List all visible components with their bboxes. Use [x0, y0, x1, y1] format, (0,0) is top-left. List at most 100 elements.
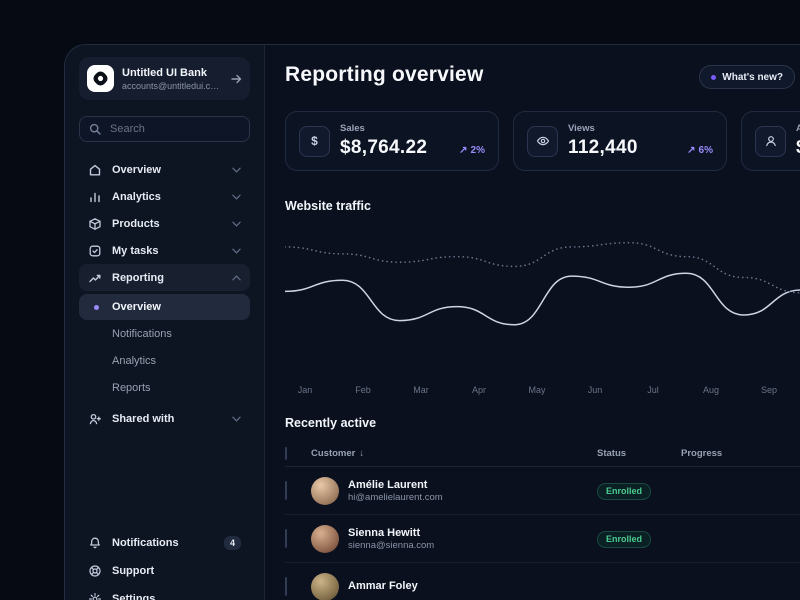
org-switcher[interactable]: Untitled UI Bank accounts@untitledui.com	[79, 57, 250, 100]
subitem-notifications[interactable]: Notifications	[79, 321, 250, 347]
bar-chart-icon	[88, 190, 102, 204]
search-icon	[89, 123, 101, 135]
row-checkbox[interactable]	[285, 529, 287, 548]
footer-item-support[interactable]: Support	[79, 557, 250, 585]
stat-trend: ↗6%	[687, 145, 713, 159]
chart-x-label: Aug	[686, 385, 736, 395]
table-header: Customer ↓ Status Progress	[285, 440, 800, 467]
screen: Untitled UI Bank accounts@untitledui.com…	[0, 0, 800, 600]
purple-dot-icon	[711, 75, 716, 80]
search-input[interactable]	[108, 122, 240, 136]
traffic-chart	[285, 225, 800, 380]
stat-trend: ↗2%	[459, 145, 485, 159]
section-title-traffic: Website traffic	[285, 199, 800, 213]
footer-item-label: Settings	[112, 593, 155, 600]
sidebar-item-overview[interactable]: Overview	[79, 156, 250, 183]
task-check-icon	[88, 244, 102, 258]
sidebar-item-label: My tasks	[112, 245, 158, 257]
trend-up-icon: ↗	[687, 145, 695, 156]
user-plus-icon	[88, 412, 102, 426]
customer-email: sienna@sienna.com	[348, 540, 434, 551]
table-row[interactable]: Sienna Hewitt sienna@sienna.com Enrolled	[285, 515, 800, 563]
footer-item-label: Support	[112, 565, 154, 577]
org-name: Untitled UI Bank	[122, 66, 222, 80]
customer-column-header[interactable]: Customer ↓	[311, 448, 597, 459]
chart-x-label: Jan	[280, 385, 330, 395]
footer-item-notifications[interactable]: Notifications 4	[79, 529, 250, 557]
stat-label: Views	[568, 123, 638, 134]
eye-icon	[527, 126, 558, 157]
select-all-checkbox[interactable]	[285, 447, 287, 460]
bell-icon	[88, 536, 102, 550]
subitem-label: Reports	[112, 382, 151, 394]
customer-name: Sienna Hewitt	[348, 526, 434, 541]
sidebar-item-analytics[interactable]: Analytics	[79, 183, 250, 210]
whats-new-label: What's new?	[722, 72, 783, 83]
table-row[interactable]: Amélie Laurent hi@amelielaurent.com Enro…	[285, 467, 800, 515]
search-box[interactable]	[79, 116, 250, 142]
stat-label: Sales	[340, 123, 427, 134]
trend-up-icon: ↗	[459, 145, 467, 156]
app-window: Untitled UI Bank accounts@untitledui.com…	[64, 44, 800, 600]
subitem-analytics[interactable]: Analytics	[79, 348, 250, 374]
progress-column-header: Progress	[681, 448, 800, 459]
org-info: Untitled UI Bank accounts@untitledui.com	[122, 66, 222, 90]
subitem-label: Analytics	[112, 355, 156, 367]
stat-card-views[interactable]: Views 112,440 ↗6%	[513, 111, 727, 171]
customer-email: hi@amelielaurent.com	[348, 492, 443, 503]
sidebar-item-products[interactable]: Products	[79, 210, 250, 237]
subitem-label: Overview	[112, 301, 161, 313]
sidebar-item-shared-with[interactable]: Shared with	[79, 405, 250, 432]
row-checkbox[interactable]	[285, 577, 287, 596]
stat-value: $	[796, 137, 800, 159]
sidebar-item-label: Reporting	[112, 272, 164, 284]
table-row[interactable]: Ammar Foley	[285, 563, 800, 600]
subitem-reports[interactable]: Reports	[79, 375, 250, 401]
footer-item-settings[interactable]: Settings	[79, 585, 250, 600]
chart-x-label: Apr	[454, 385, 504, 395]
sidebar-item-label: Shared with	[112, 413, 174, 425]
subitem-label: Notifications	[112, 328, 172, 340]
chart-x-label: May	[512, 385, 562, 395]
trend-chart-icon	[88, 271, 102, 285]
stat-value: $8,764.22	[340, 137, 427, 159]
chart-line-previous	[285, 243, 800, 293]
stat-label: A	[796, 123, 800, 134]
org-logo	[87, 65, 114, 92]
row-checkbox[interactable]	[285, 481, 287, 500]
avatar	[311, 573, 339, 600]
chart-x-label: Jul	[628, 385, 678, 395]
sidebar-item-label: Products	[112, 218, 160, 230]
notifications-count-badge: 4	[224, 536, 241, 550]
chevron-down-icon	[232, 416, 241, 422]
box-icon	[88, 217, 102, 231]
stat-card-sales[interactable]: $ Sales $8,764.22 ↗2%	[285, 111, 499, 171]
customer-name: Ammar Foley	[348, 579, 418, 594]
status-column-header: Status	[597, 448, 681, 459]
chart-x-label: Feb	[338, 385, 388, 395]
whats-new-button[interactable]: What's new?	[699, 65, 795, 89]
sidebar: Untitled UI Bank accounts@untitledui.com…	[65, 45, 265, 600]
dollar-icon: $	[299, 126, 330, 157]
home-icon	[88, 163, 102, 177]
untitled-ui-logo-icon	[91, 69, 109, 87]
arrow-right-icon[interactable]	[230, 73, 242, 85]
sidebar-nav: Overview Analytics Products My tasks	[79, 156, 250, 432]
sidebar-footer: Notifications 4 Support Settings	[79, 529, 250, 600]
recently-active-table: Customer ↓ Status Progress Amélie Lauren…	[285, 440, 800, 600]
customer-name: Amélie Laurent	[348, 478, 443, 493]
chart-x-label: Sep	[744, 385, 794, 395]
footer-item-label: Notifications	[112, 537, 179, 549]
sidebar-item-label: Overview	[112, 164, 161, 176]
chevron-up-icon	[232, 275, 241, 281]
stat-card-third[interactable]: A $ ↗	[741, 111, 800, 171]
subitem-overview[interactable]: Overview	[79, 294, 250, 320]
chevron-down-icon	[232, 221, 241, 227]
sidebar-item-reporting[interactable]: Reporting	[79, 264, 250, 291]
chart-x-label: Mar	[396, 385, 446, 395]
chevron-down-icon	[232, 167, 241, 173]
life-buoy-icon	[88, 564, 102, 578]
sidebar-item-my-tasks[interactable]: My tasks	[79, 237, 250, 264]
chart-x-labels: JanFebMarAprMayJunJulAugSep	[285, 385, 800, 398]
org-email: accounts@untitledui.com	[122, 81, 222, 91]
